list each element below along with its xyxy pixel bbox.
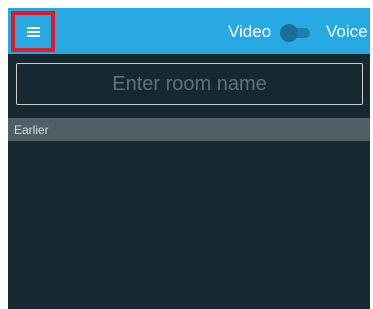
section-label-earlier: Earlier	[14, 123, 49, 137]
menu-button[interactable]	[11, 11, 55, 52]
voice-mode-label: Voice	[326, 22, 368, 41]
history-section-header: Earlier	[8, 118, 370, 141]
video-mode-label: Video	[228, 22, 272, 41]
call-mode-toggle[interactable]	[280, 24, 312, 42]
toggle-thumb	[280, 24, 298, 42]
room-name-input[interactable]	[16, 63, 363, 105]
history-list	[8, 141, 370, 309]
hamburger-menu-icon	[26, 26, 40, 37]
app-screen: Video Voice Earlier	[8, 8, 370, 309]
top-toolbar: Video Voice	[8, 8, 370, 54]
